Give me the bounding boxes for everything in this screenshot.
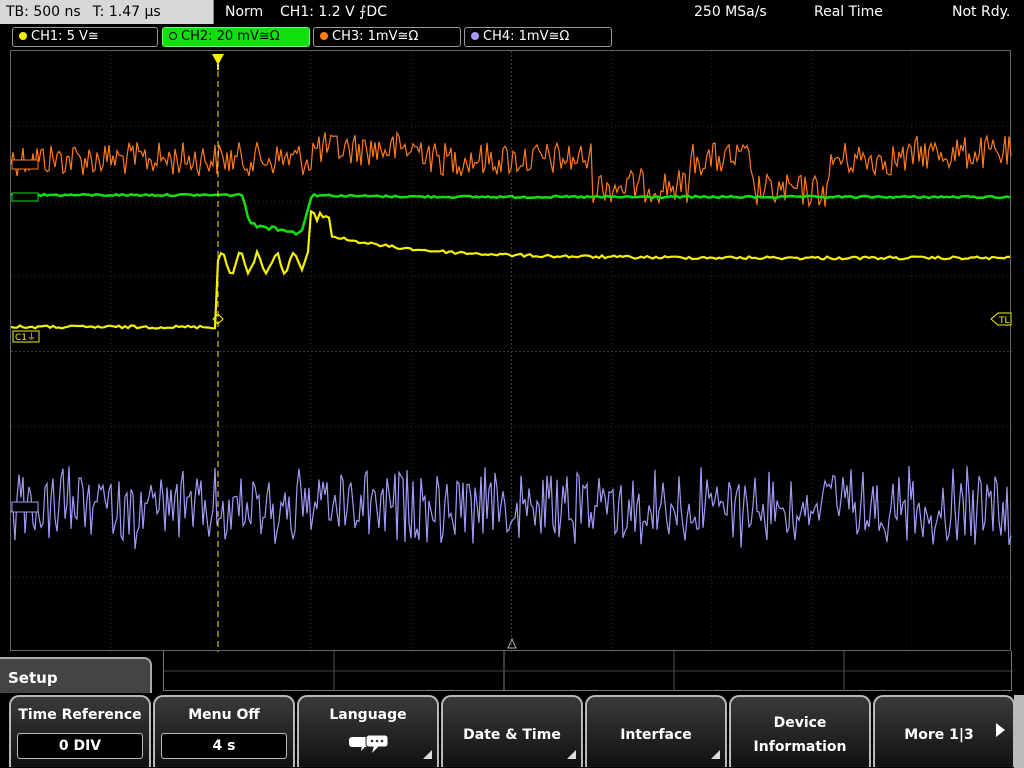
ch1-ground-marker[interactable]: C1⏚ — [12, 330, 40, 343]
waveform-display[interactable]: TL C1⏚ — [10, 50, 1012, 652]
softkey-label: More 1|3 — [904, 727, 974, 743]
ch1-ground-label: C1⏚ — [15, 332, 36, 343]
trigger-level-label: TL — [998, 316, 1010, 326]
frame-edge — [1014, 695, 1024, 768]
channel-tab-ch2[interactable]: CH2: 20 mV≅Ω — [162, 27, 310, 47]
submenu-corner-icon — [711, 750, 720, 759]
channel-label: CH1: 5 V≅ — [31, 29, 99, 44]
trigger-source[interactable]: CH1: 1.2 V ⨍DC — [280, 0, 387, 24]
more-softkey[interactable]: More 1|3 — [873, 695, 1015, 767]
timebase-value: TB: 500 ns — [6, 4, 81, 20]
ch4-dot-icon — [471, 32, 479, 40]
menu-off-softkey[interactable]: Menu Off 4 s — [153, 695, 295, 767]
ch3-offset-marker[interactable] — [11, 159, 39, 170]
trigger-mode[interactable]: Norm — [225, 0, 263, 24]
acquisition-state: Not Rdy. — [952, 4, 1011, 20]
softkey-label: Information — [753, 739, 847, 755]
language-softkey[interactable]: Language — [297, 695, 439, 767]
menu-off-value[interactable]: 4 s — [161, 733, 287, 759]
ch2-offset-marker[interactable] — [11, 192, 39, 202]
interface-softkey[interactable]: Interface — [585, 695, 727, 767]
trigger-position-marker-icon[interactable] — [212, 54, 224, 65]
menu-title-tab: Setup — [0, 657, 152, 697]
softkey-label: Interface — [620, 727, 692, 743]
ch4-offset-marker[interactable] — [11, 501, 39, 513]
softkey-label: Menu Off — [188, 707, 260, 723]
softkey-label: Language — [329, 707, 407, 723]
ch3-dot-icon — [320, 32, 328, 40]
channel-tab-ch3[interactable]: CH3: 1mV≅Ω — [313, 27, 461, 47]
softkey-label: Device — [773, 715, 827, 731]
trigger-level-marker[interactable]: TL — [990, 312, 1012, 326]
time-reference-softkey[interactable]: Time Reference 0 DIV — [9, 695, 151, 767]
waveform-canvas: TL C1⏚ — [11, 51, 1012, 652]
softkey-label: Date & Time — [463, 727, 561, 743]
device-information-softkey[interactable]: Device Information — [729, 695, 871, 767]
speech-bubbles-icon — [349, 734, 389, 753]
channel-label: CH4: 1mV≅Ω — [483, 29, 570, 44]
ch2-dot-icon — [169, 32, 177, 40]
channel-tabs: CH1: 5 V≅ CH2: 20 mV≅Ω CH3: 1mV≅Ω CH4: 1… — [0, 27, 1024, 48]
sample-rate: 250 MSa/s — [694, 4, 767, 20]
channel-tab-ch1[interactable]: CH1: 5 V≅ — [12, 27, 158, 47]
ch2-trace — [11, 192, 1011, 237]
date-time-softkey[interactable]: Date & Time — [441, 695, 583, 767]
status-bar: TB: 500 ns T: 1.47 µs Norm CH1: 1.2 V ⨍DC… — [0, 0, 1024, 25]
graticule — [11, 51, 1012, 652]
softkey-label: Time Reference — [18, 707, 142, 723]
timebase-box[interactable]: TB: 500 ns T: 1.47 µs — [0, 0, 214, 24]
channel-label: CH2: 20 mV≅Ω — [181, 29, 280, 44]
info-strip — [163, 651, 1013, 691]
acquisition-mode[interactable]: Real Time — [814, 0, 883, 24]
softkey-bar: Time Reference 0 DIV Menu Off 4 s Langua… — [0, 693, 1024, 768]
submenu-corner-icon — [567, 750, 576, 759]
submenu-corner-icon — [423, 750, 432, 759]
ch1-dot-icon — [19, 32, 27, 40]
trigger-time-value: T: 1.47 µs — [92, 4, 161, 20]
channel-tab-ch4[interactable]: CH4: 1mV≅Ω — [464, 27, 612, 47]
ch1-trace — [11, 209, 1011, 330]
channel-label: CH3: 1mV≅Ω — [332, 29, 419, 44]
next-page-arrow-icon — [996, 723, 1005, 737]
time-reference-value[interactable]: 0 DIV — [17, 733, 143, 759]
